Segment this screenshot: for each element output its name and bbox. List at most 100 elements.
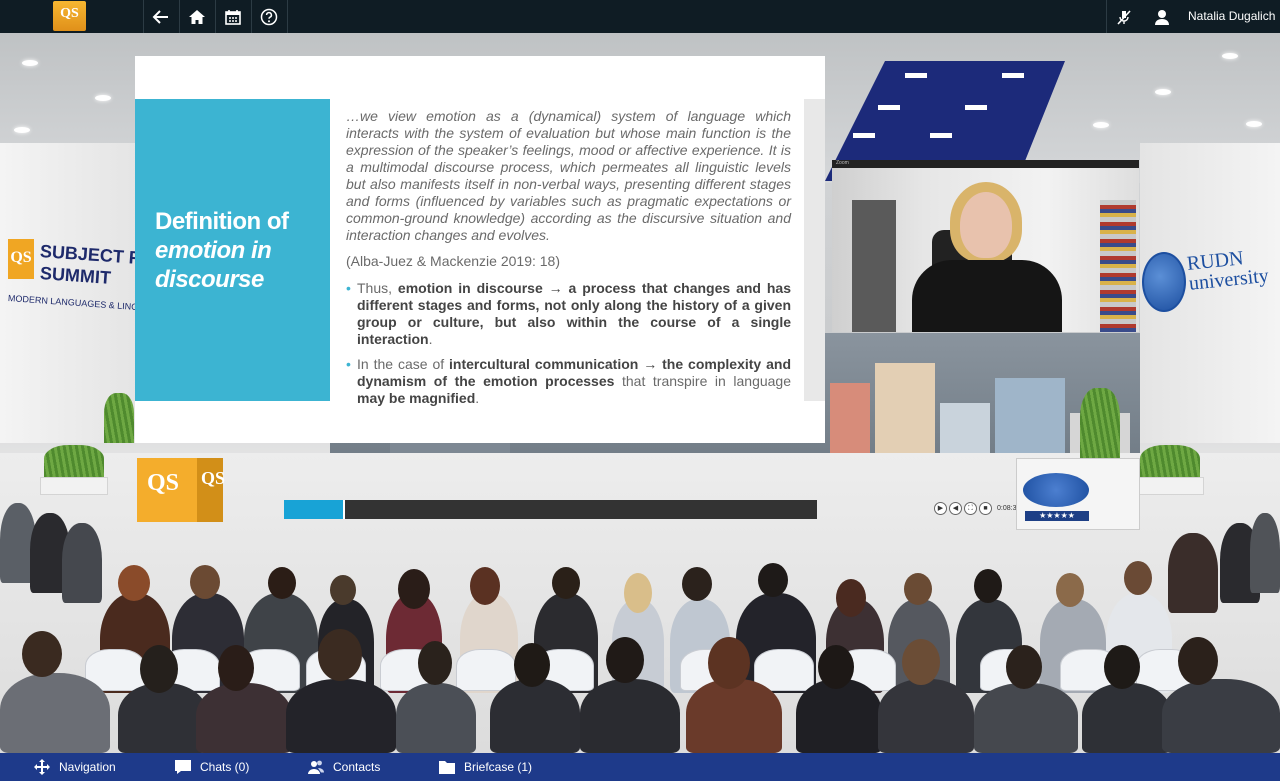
audience-head [190,565,220,599]
audience-member [1168,533,1218,613]
help-icon [260,8,278,25]
calendar-icon [225,9,241,25]
ceiling-light [95,95,111,101]
virtual-auditorium: QS SUBJECT FOCUS SUMMIT MODERN LANGUAGES… [0,33,1280,753]
briefcase-button[interactable]: Briefcase (1) [438,753,532,781]
media-player-controls: ▶ ◀ ⛶ ■ 0:08:32 [934,501,1020,515]
ceiling-light [22,60,38,66]
webcam-door [852,200,896,332]
user-name[interactable]: Natalia Dugalich [1188,9,1275,23]
fullscreen-icon: ⛶ [968,504,973,512]
mute-button[interactable] [1106,0,1142,33]
bullet-text: . [475,390,480,406]
stop-icon: ■ [983,504,988,512]
play-button[interactable]: ▶ [934,501,947,515]
qs-sign-title: SUMMIT [39,263,112,288]
ceiling-light [1093,122,1109,128]
fullscreen-button[interactable]: ⛶ [964,501,977,515]
slide-body: …we view emotion as a (dynamical) system… [346,108,791,415]
speaker-face [960,192,1012,258]
audience-member [1250,513,1280,593]
audience-head [708,637,750,689]
progress-knob[interactable] [342,500,345,519]
audience-head [1056,573,1084,607]
presentation-slide[interactable]: Definition of emotion in discourse …we v… [135,56,825,443]
qs-logo[interactable]: QS [53,1,86,31]
audience-member [62,523,102,603]
rudn-cube-stars: ★★★★★ [1025,511,1089,521]
planter [1136,477,1204,495]
audience-member [974,683,1078,753]
audience-head [552,567,580,599]
mic-muted-icon [1117,9,1131,25]
rewind-button[interactable]: ◀ [949,501,962,515]
audience-head [818,645,854,689]
slide-bullet: In the case of intercultural communicati… [346,356,791,407]
audience-head [118,565,150,601]
user-icon [1155,9,1169,25]
audience-head [330,575,356,605]
navigation-button[interactable]: Navigation [33,753,116,781]
audience-member [1162,679,1280,753]
audience-member [490,679,580,753]
audience-member [118,683,208,753]
audience-head [758,563,788,597]
move-icon [34,759,50,775]
audience-head [1178,637,1218,685]
audience-head [1104,645,1140,689]
audience-member [1082,683,1172,753]
rewind-icon: ◀ [952,504,959,512]
stop-button[interactable]: ■ [979,501,992,515]
video-progress-bar[interactable] [284,500,817,519]
audience-member [796,679,882,753]
rudn-sign: RUDN university [1142,247,1277,318]
ceiling-slot [965,105,987,110]
audience-head [904,573,932,605]
plant [1140,445,1200,479]
contacts-label: Contacts [333,760,381,774]
audience-head [902,639,940,685]
audience-head [624,573,652,613]
speaker-body [912,260,1062,332]
audience-member [686,679,782,753]
slide-gutter [804,99,825,401]
ceiling-slot [930,133,952,138]
ceiling-slot [878,105,900,110]
audience-head [22,631,62,677]
briefcase-label: Briefcase (1) [464,760,533,774]
profile-button[interactable] [1144,0,1180,33]
audience-head [514,643,550,687]
ceiling-light [1246,121,1262,127]
back-button[interactable] [143,0,179,33]
qs-sign-badge: QS [8,239,34,279]
contacts-button[interactable]: Contacts [307,753,380,781]
audience-head [1124,561,1152,595]
qs-cube-side-text: QS [201,468,226,488]
audience-head [836,579,866,617]
audience-head [318,629,362,681]
qs-cube: QS QS [137,458,226,522]
help-button[interactable] [251,0,287,33]
slide-bullet: Thus, emotion in discourse → a process t… [346,280,791,348]
bullet-text: that transpire in language [614,373,791,389]
rudn-cube-logo [1023,473,1089,507]
chats-button[interactable]: Chats (0) [174,753,249,781]
slide-title-panel: Definition of emotion in discourse [135,99,330,401]
bottom-bar: Navigation Chats (0) Contacts Briefcase … [0,753,1280,781]
slide-title-line: Definition of [155,208,289,235]
audience-member [878,679,974,753]
speaker-webcam[interactable]: Zoom [832,160,1139,332]
home-button[interactable] [179,0,215,33]
audience-head [606,637,644,683]
slide-title-line: emotion in [155,237,272,264]
agenda-button[interactable] [215,0,251,33]
rudn-cube: ★★★★★ [1016,458,1140,530]
ceiling-light [14,127,30,133]
qs-summit-sign: QS SUBJECT FOCUS SUMMIT MODERN LANGUAGES… [4,233,192,323]
divider [287,0,288,33]
audience-head [1006,645,1042,689]
chat-icon [175,760,191,774]
rudn-sign-text: RUDN university [1185,247,1270,295]
planter [40,477,108,495]
audience-head [218,645,254,691]
